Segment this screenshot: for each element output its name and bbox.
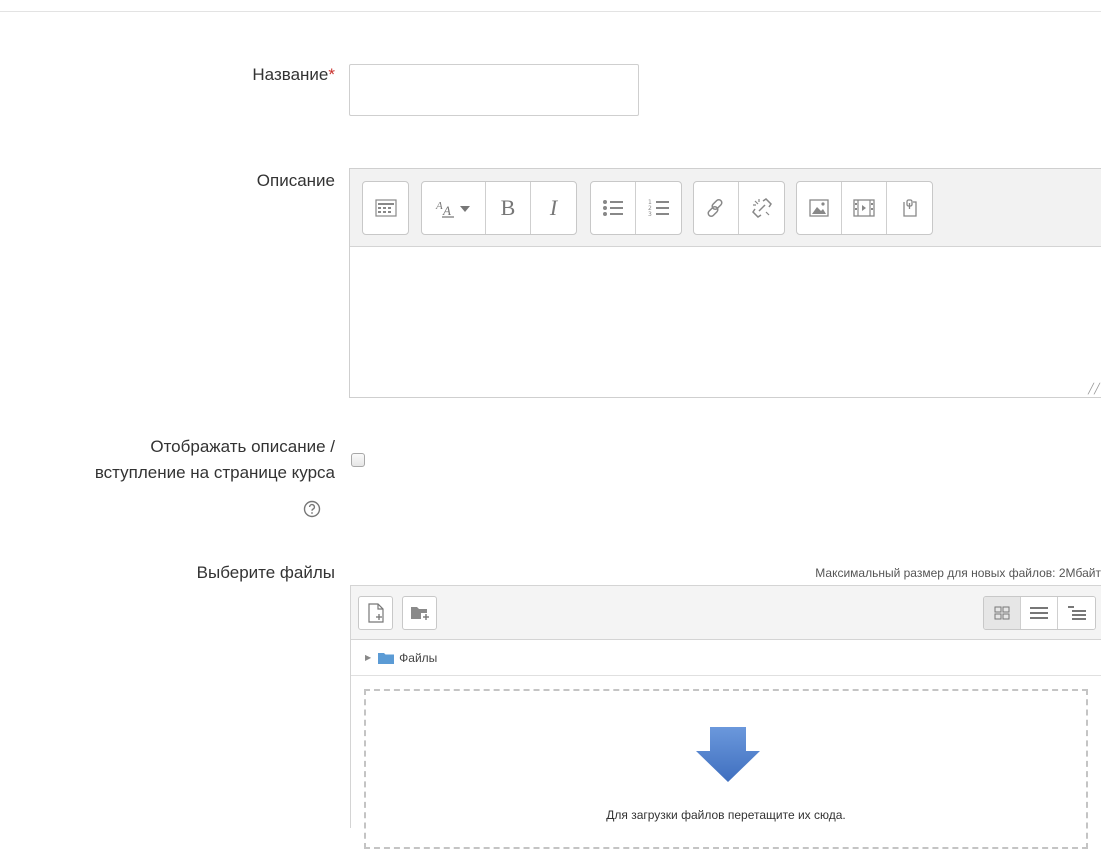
required-mark: * xyxy=(328,65,335,84)
file-manager-toolbar xyxy=(351,586,1101,640)
unordered-list-icon[interactable] xyxy=(591,182,636,234)
name-input[interactable] xyxy=(349,64,639,116)
dropzone-text: Для загрузки файлов перетащите их сюда. xyxy=(606,808,846,822)
svg-text:A: A xyxy=(435,200,443,212)
media-icon[interactable] xyxy=(842,182,887,234)
manage-files-icon[interactable] xyxy=(887,182,932,234)
font-size-icon[interactable]: AA xyxy=(422,182,486,234)
file-manager-path: ▶ Файлы xyxy=(351,640,1101,676)
files-label: Выберите файлы xyxy=(196,563,335,582)
resize-grip-icon[interactable]: ╱╱ xyxy=(1088,384,1100,395)
svg-text:3: 3 xyxy=(648,211,652,218)
toolbar-group-lists: 123 xyxy=(590,181,682,235)
svg-text:A: A xyxy=(442,203,451,218)
create-folder-icon xyxy=(410,607,429,621)
description-editor: AA B I 123 ╱╱ xyxy=(349,168,1101,398)
show-more-buttons-icon[interactable] xyxy=(363,182,408,234)
create-folder-button[interactable] xyxy=(402,596,437,630)
add-file-icon xyxy=(367,603,384,623)
top-divider xyxy=(0,11,1101,12)
view-icons-button[interactable] xyxy=(984,597,1021,629)
description-textarea[interactable]: ╱╱ xyxy=(350,247,1101,397)
ordered-list-icon[interactable]: 123 xyxy=(636,182,681,234)
folder-icon xyxy=(378,652,395,664)
expand-arrow-icon[interactable]: ▶ xyxy=(365,653,371,662)
toolbar-group-collapse xyxy=(362,181,409,235)
view-list-button[interactable] xyxy=(1021,597,1058,629)
show-description-label: Отображать описание / вступление на стра… xyxy=(95,436,335,484)
image-icon[interactable] xyxy=(797,182,842,234)
view-mode-group xyxy=(983,596,1096,630)
max-file-size-note: Максимальный размер для новых файлов: 2М… xyxy=(815,566,1101,580)
add-file-button[interactable] xyxy=(358,596,393,630)
tree-view-icon xyxy=(1067,606,1086,620)
bold-glyph: B xyxy=(500,195,516,220)
description-label: Описание xyxy=(256,171,335,190)
italic-glyph: I xyxy=(549,195,558,220)
name-label: Название* xyxy=(252,64,335,86)
path-folder-link[interactable]: Файлы xyxy=(399,651,437,665)
file-manager: ▶ Файлы Для загрузки файлов перетащите и… xyxy=(350,585,1101,849)
view-tree-button[interactable] xyxy=(1058,597,1095,629)
bold-icon[interactable]: B xyxy=(486,182,531,234)
show-description-label-line2: вступление на странице курса xyxy=(94,463,335,482)
drop-arrow-icon xyxy=(696,727,760,782)
toolbar-group-media xyxy=(796,181,933,235)
help-icon[interactable] xyxy=(303,500,321,518)
show-description-label-line1: Отображать описание / xyxy=(150,437,335,456)
name-label-text: Название xyxy=(252,65,329,84)
toolbar-group-style: AA B I xyxy=(421,181,577,235)
list-view-icon xyxy=(1030,607,1048,619)
editor-toolbar: AA B I 123 xyxy=(350,169,1101,247)
file-dropzone[interactable]: Для загрузки файлов перетащите их сюда. xyxy=(364,689,1088,849)
link-icon[interactable] xyxy=(694,182,739,234)
unlink-icon[interactable] xyxy=(739,182,784,234)
toolbar-group-links xyxy=(693,181,785,235)
italic-icon[interactable]: I xyxy=(531,182,576,234)
show-description-checkbox[interactable] xyxy=(351,453,365,467)
grid-view-icon xyxy=(994,606,1010,620)
